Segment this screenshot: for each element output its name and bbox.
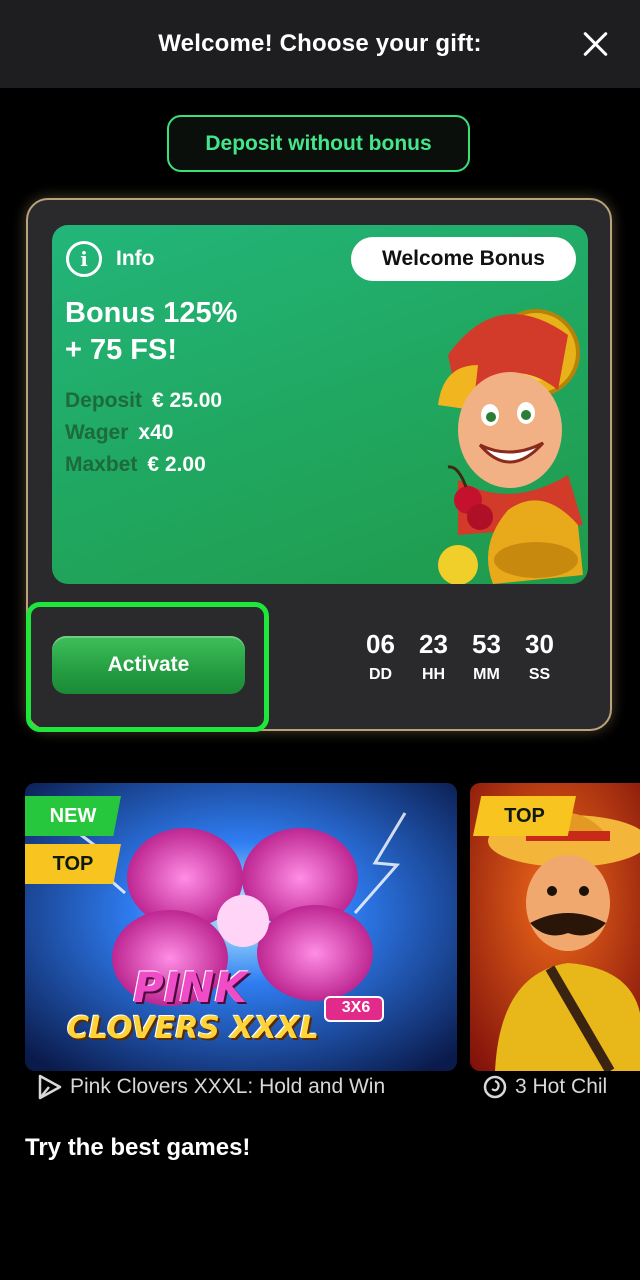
tag-new: NEW [25,796,121,836]
bonus-panel: i Info Welcome Bonus Bonus 125% + 75 FS!… [26,198,612,732]
game-logo-badge: 3X6 [341,999,371,1016]
detail-key: Deposit [65,389,143,412]
info-link[interactable]: i Info [66,241,154,277]
detail-row-wager: Wager x40 [65,417,222,449]
close-icon[interactable] [582,30,610,58]
game-caption[interactable]: Pink Clovers XXXL: Hold and Win [37,1074,457,1100]
tag-top: TOP [25,844,121,884]
spiral-icon [483,1075,507,1099]
detail-row-maxbet: Maxbet € 2.00 [65,449,222,481]
modal-title: Welcome! Choose your gift: [158,30,482,57]
timer-seconds: 30 SS [513,628,566,684]
detail-row-deposit: Deposit € 25.00 [65,385,222,417]
game-logo-line1: PINK [133,963,248,1012]
countdown-timer: 06 DD 23 HH 53 MM 30 SS [354,628,566,684]
game-caption[interactable]: 3 Hot Chil [482,1074,640,1100]
timer-hours: 23 HH [407,628,460,684]
detail-value: € 25.00 [152,389,223,412]
bonus-card: i Info Welcome Bonus Bonus 125% + 75 FS!… [52,225,588,584]
timer-value: 53 [472,629,501,659]
deposit-without-bonus-button[interactable]: Deposit without bonus [167,115,470,172]
timer-label: HH [421,666,446,683]
timer-days: 06 DD [354,628,407,684]
timer-label: SS [528,666,551,683]
timer-label: MM [473,666,500,683]
detail-key: Maxbet [65,453,138,476]
play-triangle-icon [38,1074,62,1100]
modal-header: Welcome! Choose your gift: [0,0,640,88]
bonus-title-line1: Bonus 125% [65,297,238,329]
jester-illustration [438,309,583,584]
bonus-details: Deposit € 25.00 Wager x40 Maxbet € 2.00 [65,385,222,481]
bonus-title: Bonus 125% + 75 FS! [65,295,385,369]
detail-value: x40 [138,421,174,444]
game-card-3-hot-chili[interactable]: TOP [470,783,640,1071]
info-icon: i [66,241,102,277]
timer-value: 06 [366,629,395,659]
detail-value: € 2.00 [147,453,206,476]
welcome-bonus-badge: Welcome Bonus [351,237,576,281]
timer-label: DD [368,666,393,683]
tag-top: TOP [473,796,576,836]
game-caption-text: Pink Clovers XXXL: Hold and Win [70,1075,386,1098]
game-caption-text: 3 Hot Chil [515,1075,608,1098]
game-logo-line2: CLOVERS XXXL [67,1011,319,1046]
bonus-title-line2: + 75 FS! [65,334,178,366]
timer-value: 23 [419,629,448,659]
timer-minutes: 53 MM [460,628,513,684]
section-title: Try the best games! [25,1134,251,1161]
detail-key: Wager [65,421,129,444]
activate-button[interactable]: Activate [52,636,245,694]
timer-value: 30 [525,629,554,659]
game-card-pink-clovers[interactable]: PINK CLOVERS XXXL 3X6 NEW TOP [25,783,457,1071]
info-label: Info [116,247,155,270]
